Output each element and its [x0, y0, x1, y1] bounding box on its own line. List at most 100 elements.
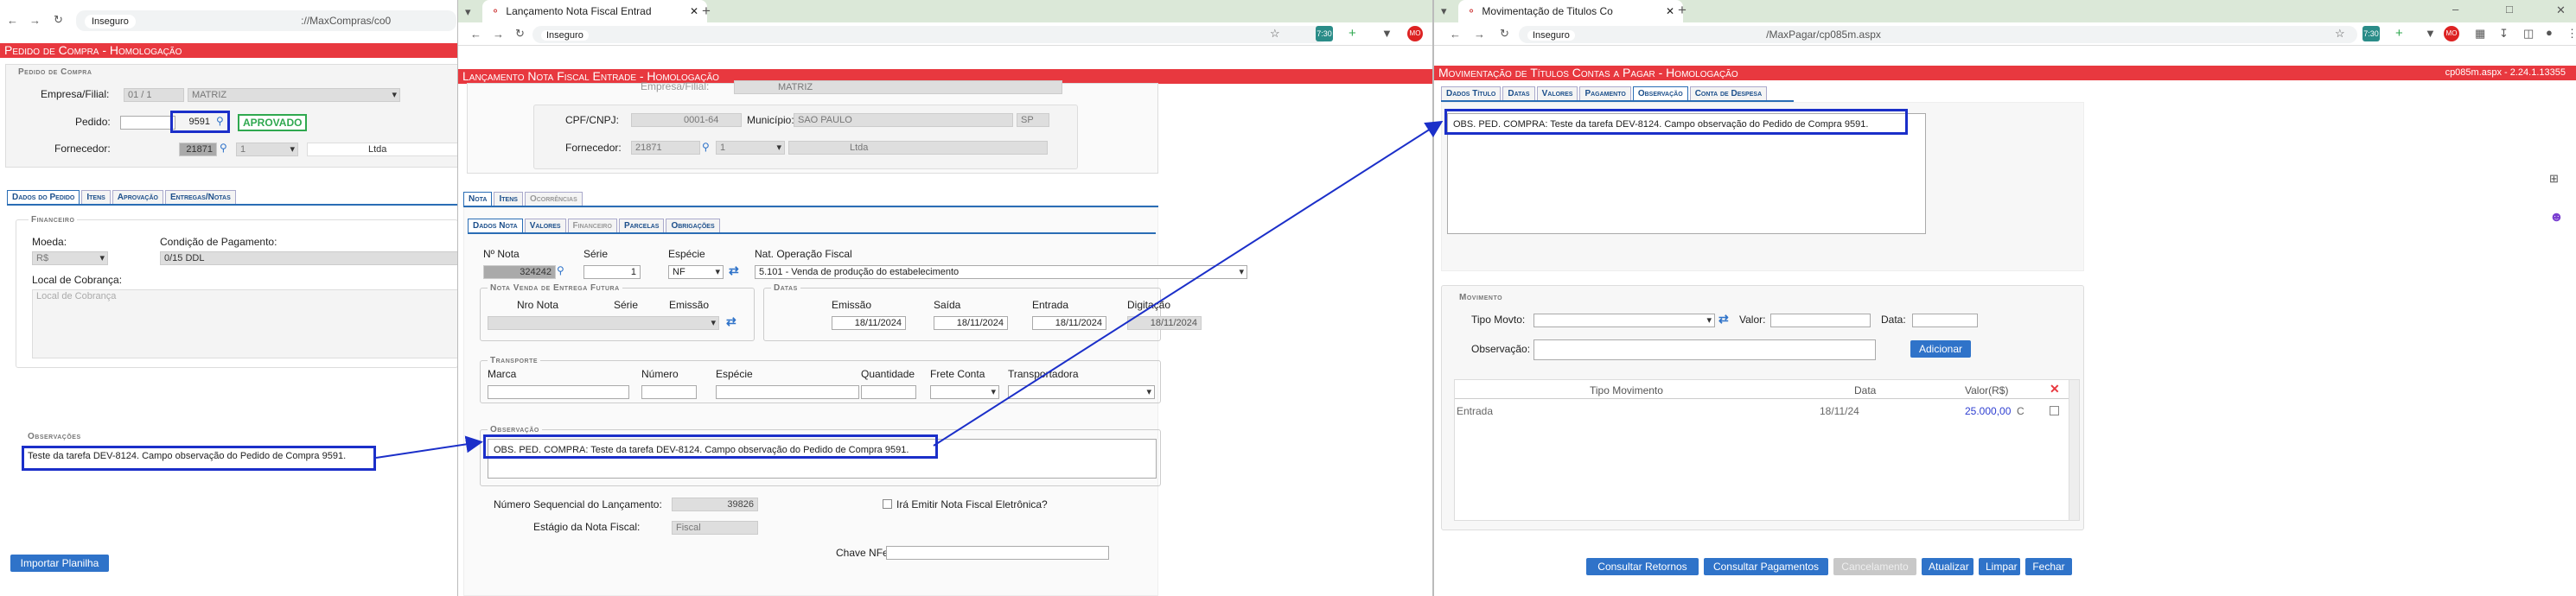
- pin-icon[interactable]: ▼: [2425, 28, 2436, 39]
- ext-badge-icon[interactable]: 7:30: [1316, 26, 1333, 41]
- back-icon[interactable]: ←: [7, 15, 18, 26]
- tab-datas[interactable]: Datas: [1502, 86, 1535, 100]
- tipo-refresh-icon[interactable]: ⇄: [1718, 312, 1729, 327]
- reload-icon[interactable]: ↻: [1500, 28, 1509, 39]
- d-saida-input[interactable]: 18/11/2024: [934, 316, 1008, 330]
- d-emissao-input[interactable]: 18/11/2024: [832, 316, 906, 330]
- empresa-select[interactable]: MATRIZ: [188, 88, 400, 102]
- especie-refresh-icon[interactable]: ⇄: [729, 263, 739, 278]
- tab-search-icon[interactable]: ▾: [1441, 5, 1447, 16]
- back-icon[interactable]: ←: [470, 29, 481, 40]
- atualizar-button[interactable]: Atualizar: [1922, 558, 1973, 575]
- pin-icon[interactable]: ▼: [1381, 28, 1393, 39]
- obs-mov-textarea[interactable]: [1533, 339, 1876, 360]
- consultar-retornos-button[interactable]: Consultar Retornos: [1586, 558, 1699, 575]
- address-bar[interactable]: Inseguro /MaxPagar/cp085m.aspx: [1519, 26, 2357, 43]
- table-row[interactable]: Entrada 18/11/24 25.000,00 C: [1455, 403, 2069, 420]
- nvef-refresh-icon[interactable]: ⇄: [726, 314, 736, 329]
- data-input[interactable]: [1912, 314, 1978, 327]
- menu-kebab-icon[interactable]: ⋮: [2566, 28, 2576, 39]
- tab-search-icon[interactable]: ▾: [465, 6, 471, 17]
- fornecedor-search-icon[interactable]: ⚲: [220, 142, 227, 154]
- local-cobranca-textarea[interactable]: Local de Cobrança: [32, 289, 457, 358]
- chave-input[interactable]: [886, 546, 1109, 560]
- browser-tab-nf[interactable]: ⚬ Lançamento Nota Fiscal Entrad ✕: [482, 0, 707, 22]
- side-grid-icon[interactable]: ⊞: [2549, 173, 2559, 184]
- extension-plus-icon[interactable]: +: [1349, 27, 1356, 40]
- tab-aprovacao[interactable]: Aprovação: [112, 190, 163, 204]
- fornecedor-seq-select[interactable]: 1: [236, 143, 298, 156]
- tab-financeiro[interactable]: Financeiro: [567, 219, 617, 232]
- tab-valores[interactable]: Valores: [524, 219, 566, 232]
- extension-plus-icon[interactable]: +: [2395, 27, 2403, 40]
- especie2-input[interactable]: [716, 385, 859, 399]
- tab-valores[interactable]: Valores: [1536, 86, 1578, 100]
- delete-all-icon[interactable]: ✕: [2050, 382, 2060, 396]
- address-bar[interactable]: Inseguro ://MaxCompras/co0: [76, 10, 456, 31]
- valor-input[interactable]: [1770, 314, 1871, 327]
- tab-pagamento[interactable]: Pagamento: [1579, 86, 1631, 100]
- red-ext-icon[interactable]: MO: [1407, 26, 1423, 41]
- tab-parcelas[interactable]: Parcelas: [618, 219, 665, 232]
- tipo-movto-select[interactable]: [1533, 314, 1715, 327]
- tab-dados-pedido[interactable]: Dados do Pedido: [7, 190, 80, 204]
- row-checkbox[interactable]: [2050, 406, 2059, 415]
- close-window-icon[interactable]: ✕: [2556, 4, 2566, 16]
- bookmark-star-icon[interactable]: ☆: [2335, 28, 2345, 39]
- tab-itens[interactable]: Itens: [494, 192, 523, 206]
- tab-dados-titulo[interactable]: Dados Título: [1441, 86, 1502, 100]
- grid-scrollbar[interactable]: [2069, 380, 2079, 520]
- fornecedor-search-icon[interactable]: ⚲: [702, 141, 710, 153]
- tab-close-icon[interactable]: ✕: [690, 5, 698, 17]
- extensions-icon[interactable]: ▦: [2475, 28, 2485, 39]
- new-tab-icon[interactable]: +: [1678, 3, 1687, 17]
- moeda-select[interactable]: R$: [32, 251, 108, 265]
- maximize-icon[interactable]: □: [2506, 3, 2513, 15]
- tab-close-icon[interactable]: ✕: [1666, 5, 1674, 17]
- tab-entregas-notas[interactable]: Entregas/Notas: [164, 190, 236, 204]
- tab-observacao[interactable]: Observação: [1632, 86, 1688, 100]
- quantidade-input[interactable]: [861, 385, 916, 399]
- especie-select[interactable]: NF: [668, 265, 724, 279]
- limpar-button[interactable]: Limpar: [1979, 558, 2020, 575]
- tab-dados-nota[interactable]: Dados Nota: [468, 219, 523, 232]
- serie-field[interactable]: 1: [583, 265, 641, 279]
- tab-conta-despesa[interactable]: Conta de Despesa: [1689, 86, 1768, 100]
- consultar-pagamentos-button[interactable]: Consultar Pagamentos: [1704, 558, 1828, 575]
- new-tab-icon[interactable]: +: [702, 3, 711, 18]
- reload-icon[interactable]: ↻: [54, 14, 63, 25]
- red-ext-icon[interactable]: MO: [2444, 26, 2459, 41]
- tab-itens[interactable]: Itens: [81, 190, 111, 204]
- nnota-search-icon[interactable]: ⚲: [557, 264, 564, 276]
- browser-tab-movimentacao[interactable]: ⚬ Movimentação de Titulos Co ✕: [1458, 0, 1683, 22]
- profile-icon[interactable]: ●: [2546, 27, 2553, 38]
- tab-obrigacoes[interactable]: Obrigações: [666, 219, 720, 232]
- download-icon[interactable]: ↧: [2499, 28, 2509, 39]
- forward-icon[interactable]: →: [29, 15, 41, 26]
- ext-badge-icon[interactable]: 7:30: [2362, 26, 2380, 41]
- nvef-select[interactable]: [488, 316, 719, 330]
- minimize-icon[interactable]: –: [2452, 3, 2458, 15]
- side-assistant-icon[interactable]: ☻: [2549, 211, 2564, 225]
- adicionar-button[interactable]: Adicionar: [1910, 340, 1971, 358]
- frete-select[interactable]: [930, 385, 999, 399]
- tab-ocorrencias[interactable]: Ocorrências: [524, 192, 583, 206]
- importar-planilha-button[interactable]: Importar Planilha: [10, 555, 109, 572]
- sidebar-icon[interactable]: ◫: [2523, 28, 2534, 39]
- bookmark-star-icon[interactable]: ☆: [1270, 28, 1280, 39]
- pedido-blank-field[interactable]: [120, 116, 175, 130]
- nfe-checkbox[interactable]: [883, 499, 892, 509]
- transportadora-select[interactable]: [1008, 385, 1155, 399]
- tab-nota[interactable]: Nota: [463, 192, 493, 206]
- numero-input[interactable]: [641, 385, 697, 399]
- d-entrada-input[interactable]: 18/11/2024: [1032, 316, 1106, 330]
- address-bar[interactable]: Inseguro: [532, 26, 1328, 43]
- fornecedor-seq-select[interactable]: 1: [716, 141, 785, 155]
- fechar-button[interactable]: Fechar: [2025, 558, 2072, 575]
- natop-select[interactable]: 5.101 - Venda de produção do estabelecim…: [755, 265, 1247, 279]
- marca-input[interactable]: [488, 385, 629, 399]
- forward-icon[interactable]: →: [493, 29, 504, 40]
- forward-icon[interactable]: →: [1474, 29, 1485, 40]
- reload-icon[interactable]: ↻: [515, 28, 525, 39]
- back-icon[interactable]: ←: [1450, 29, 1461, 40]
